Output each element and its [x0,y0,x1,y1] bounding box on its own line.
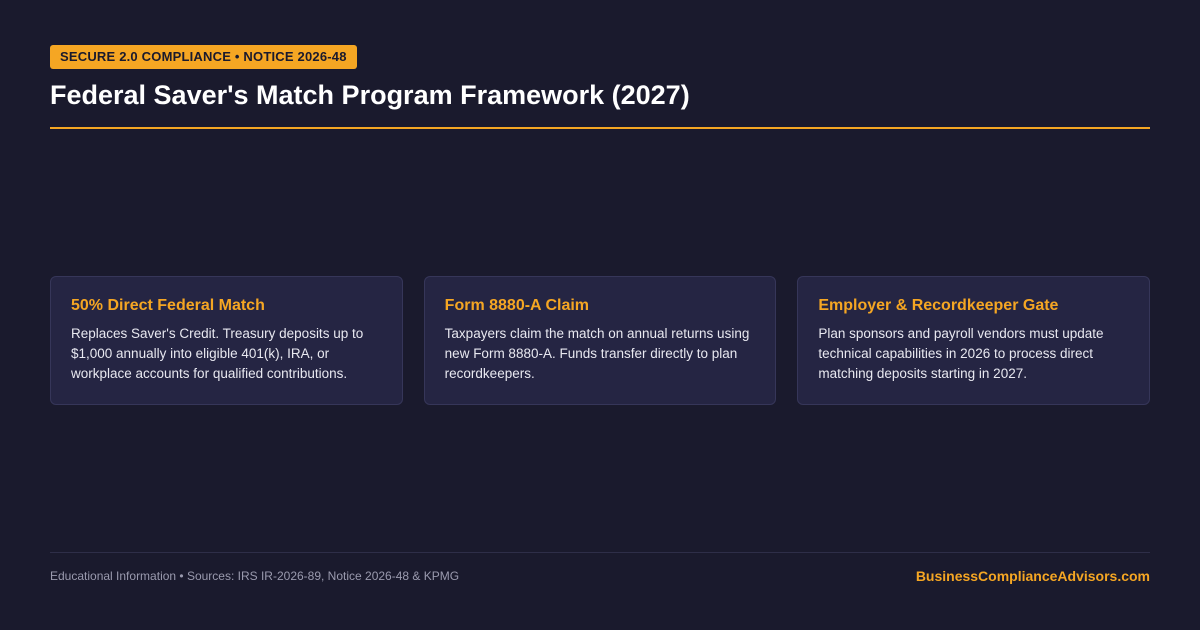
card-employer-gate: Employer & Recordkeeper Gate Plan sponso… [797,276,1151,405]
footer-brand-link[interactable]: BusinessComplianceAdvisors.com [916,568,1150,584]
card-title: Form 8880-A Claim [444,297,590,314]
footer-divider [50,552,1150,553]
card-body: Taxpayers claim the match on annual retu… [444,326,750,381]
info-cards: 50% Direct Federal Match Replaces Saver'… [50,276,1151,405]
card-title: Employer & Recordkeeper Gate [818,297,1059,314]
compliance-badge: SECURE 2.0 COMPLIANCE • NOTICE 2026-48 [50,45,357,69]
title-divider [50,127,1150,129]
page-title: Federal Saver's Match Program Framework … [50,80,690,110]
card-form-claim: Form 8880-A Claim Taxpayers claim the ma… [423,276,777,405]
card-body: Replaces Saver's Credit. Treasury deposi… [71,326,364,381]
footer-disclaimer: Educational Information • Sources: IRS I… [50,569,460,583]
card-title: 50% Direct Federal Match [71,297,265,314]
card-federal-match: 50% Direct Federal Match Replaces Saver'… [50,276,403,405]
page: SECURE 2.0 COMPLIANCE • NOTICE 2026-48 F… [0,0,1200,630]
card-body: Plan sponsors and payroll vendors must u… [818,326,1104,381]
